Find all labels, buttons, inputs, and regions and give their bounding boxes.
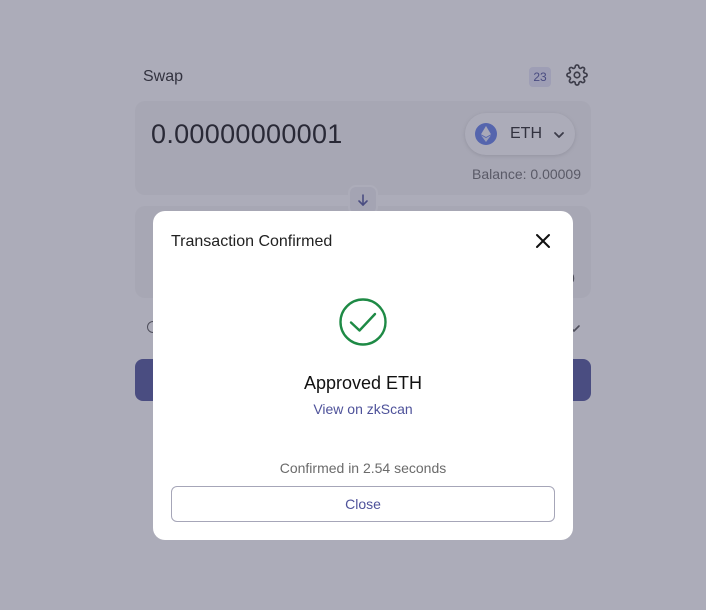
close-icon[interactable] <box>533 231 553 251</box>
modal-title: Transaction Confirmed <box>171 233 333 250</box>
check-circle-icon <box>338 297 388 347</box>
approved-status-text: Approved ETH <box>303 373 423 393</box>
close-button[interactable]: Close <box>171 486 555 522</box>
confirmation-time-text: Confirmed in 2.54 seconds <box>279 460 447 476</box>
view-on-zkscan-link[interactable]: View on zkScan <box>153 401 573 417</box>
transaction-confirmed-modal: Transaction Confirmed Approved ETH View … <box>153 211 573 540</box>
